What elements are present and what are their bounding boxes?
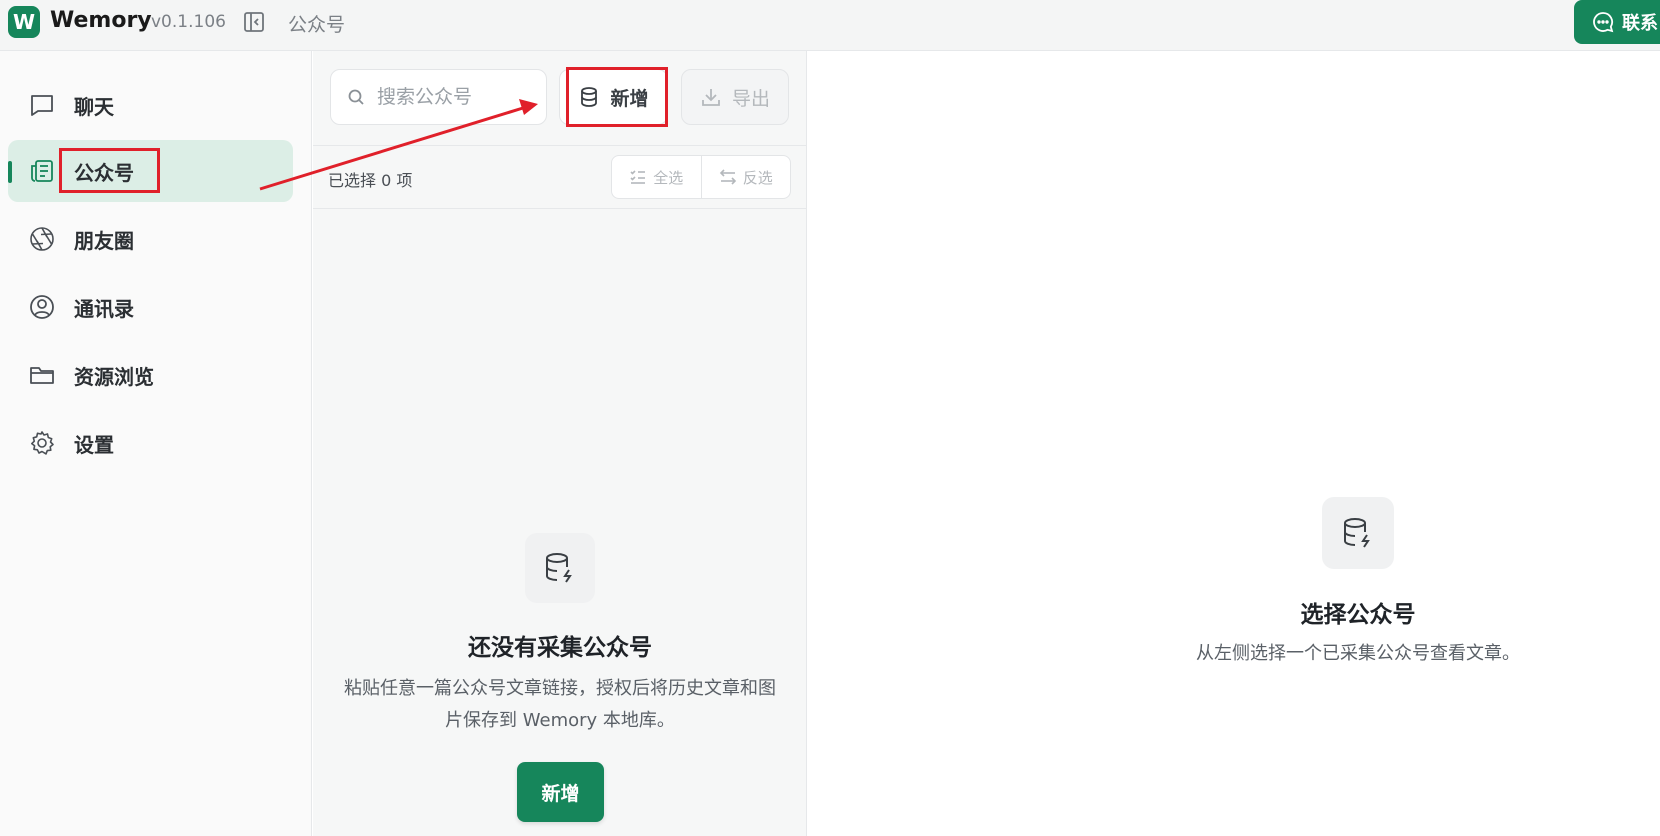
detail-title: 选择公众号 [1300, 602, 1416, 628]
swap-icon [719, 168, 737, 186]
selected-count: 已选择 0 项 [328, 171, 413, 190]
folder-icon [28, 361, 56, 389]
export-button[interactable]: 导出 [681, 69, 789, 125]
search-icon [347, 88, 365, 106]
search-field[interactable] [330, 69, 547, 125]
sidebar-item-label: 聊天 [74, 94, 114, 119]
account-list-panel: 新增 导出 已选择 0 项 全选 [313, 51, 807, 836]
sidebar-item-contacts[interactable]: 通讯录 [8, 276, 293, 338]
search-input[interactable] [377, 86, 537, 108]
database-bolt-icon [1322, 497, 1394, 569]
sidebar-item-settings[interactable]: 设置 [8, 412, 293, 474]
contact-label: 联系 [1622, 13, 1658, 34]
app-name: Wemory [50, 8, 152, 33]
annotation-highlight-box [566, 67, 668, 127]
annotation-highlight-box [59, 148, 160, 193]
select-all-button[interactable]: 全选 [612, 156, 701, 198]
app-version: v0.1.106 [151, 12, 226, 32]
download-icon [700, 86, 722, 108]
gear-icon [28, 429, 56, 457]
contact-button[interactable]: 联系 [1574, 0, 1660, 44]
sidebar-item-label: 资源浏览 [74, 364, 154, 389]
aperture-icon [28, 225, 56, 253]
invert-label: 反选 [742, 168, 773, 187]
selection-bar: 已选择 0 项 全选 反选 [313, 147, 807, 209]
newspaper-icon [28, 157, 56, 185]
empty-state-title: 还没有采集公众号 [468, 635, 652, 661]
sidebar-item-chat[interactable]: 聊天 [8, 74, 293, 136]
select-all-label: 全选 [653, 168, 684, 187]
chat-icon [1592, 11, 1614, 33]
invert-selection-button[interactable]: 反选 [700, 156, 791, 198]
active-indicator [8, 161, 12, 183]
database-bolt-icon [525, 533, 595, 603]
sidebar-item-label: 朋友圈 [74, 228, 134, 253]
user-circle-icon [28, 293, 56, 321]
sidebar-item-label: 设置 [74, 432, 114, 457]
detail-panel: 选择公众号 从左侧选择一个已采集公众号查看文章。 [808, 51, 1660, 836]
sidebar-item-moments[interactable]: 朋友圈 [8, 208, 293, 270]
sidebar-item-label: 通讯录 [74, 296, 134, 321]
detail-description: 从左侧选择一个已采集公众号查看文章。 [1196, 643, 1520, 664]
checklist-icon [629, 168, 647, 186]
title-bar: W Wemory v0.1.106 公众号 联系 [0, 0, 1660, 51]
empty-state-add-button[interactable]: 新增 [517, 762, 604, 822]
selection-actions: 全选 反选 [611, 155, 791, 199]
app-logo: W [8, 6, 40, 38]
chat-bubble-icon [28, 91, 56, 119]
empty-state-description: 粘贴任意一篇公众号文章链接，授权后将历史文章和图片保存到 Wemory 本地库。 [344, 678, 776, 731]
sidebar-toggle-icon[interactable] [243, 11, 265, 33]
breadcrumb: 公众号 [288, 14, 346, 36]
export-label: 导出 [731, 87, 770, 110]
sidebar-item-resources[interactable]: 资源浏览 [8, 344, 293, 406]
list-toolbar: 新增 导出 [313, 51, 807, 146]
